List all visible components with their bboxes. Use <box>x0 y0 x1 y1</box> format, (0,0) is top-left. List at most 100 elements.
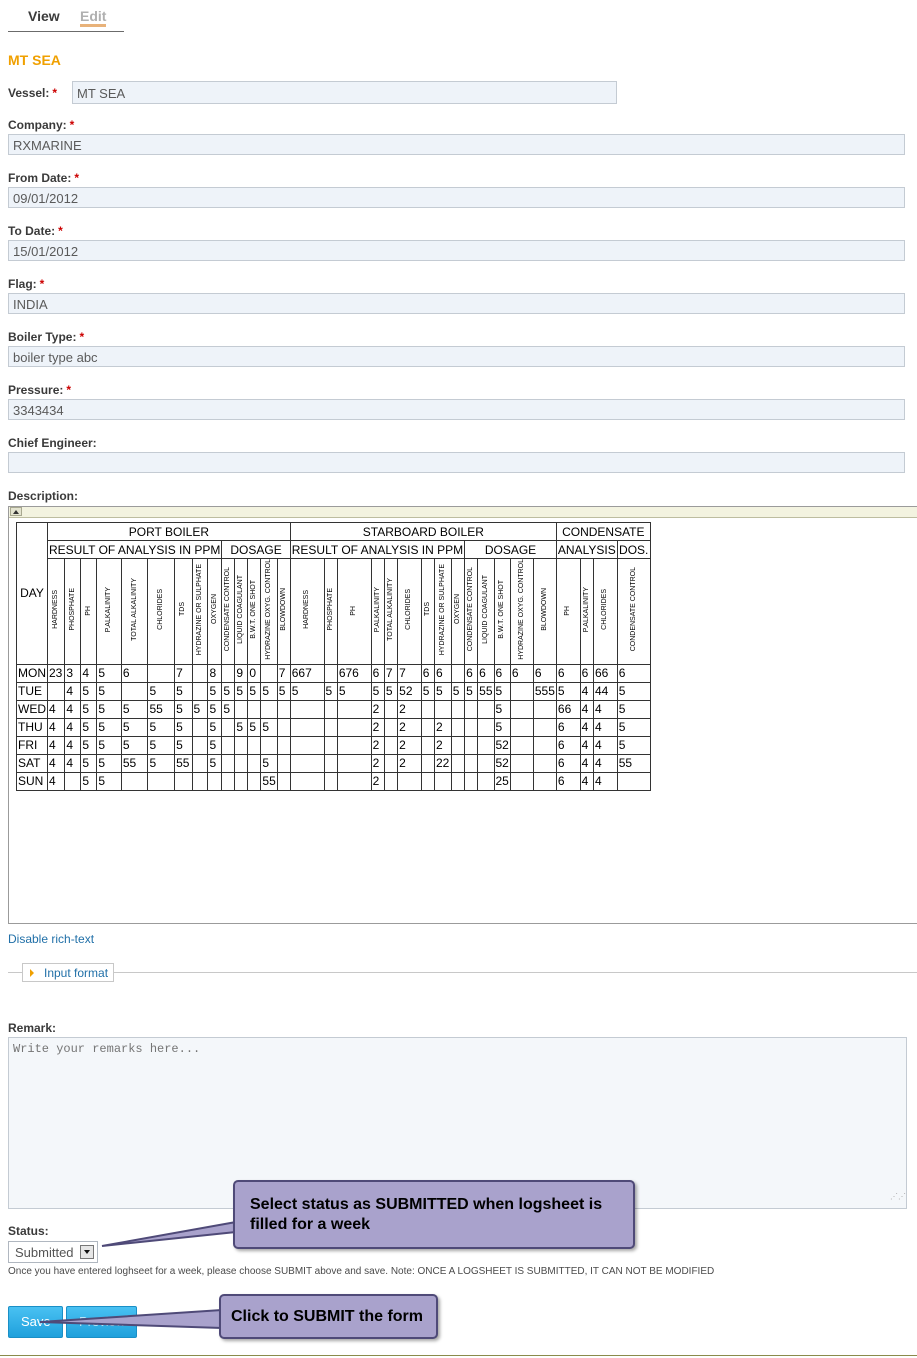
chief-engineer-field[interactable] <box>8 452 905 473</box>
vessel-label: Vessel: * <box>8 86 58 100</box>
column-header-label: HARDNESS <box>52 589 60 629</box>
dropdown-arrow-icon[interactable] <box>80 1245 94 1259</box>
table-cell <box>420 699 436 719</box>
table-cell: 6 <box>464 663 479 683</box>
table-row: MON 23 3 4 5 6 7 8 9 0 7 667 676 6 7 7 6 6 6 6 6 6 6 6 6 66 6 <box>16 663 651 683</box>
table-cell: 5 <box>234 717 249 737</box>
sub-header: DOSAGE <box>221 540 291 559</box>
status-select[interactable]: Submitted <box>8 1241 98 1263</box>
tab-edit[interactable]: Edit <box>80 8 107 27</box>
company-label: Company: * <box>8 118 75 132</box>
table-cell <box>221 717 236 737</box>
table-cell: 5 <box>80 717 98 737</box>
pressure-field[interactable]: 3343434 <box>8 399 905 420</box>
table-cell: 5 <box>147 681 176 701</box>
table-cell: 5 <box>616 699 651 719</box>
table-cell: 6 <box>434 663 452 683</box>
table-cell: 5 <box>191 699 209 719</box>
table-cell: 4 <box>579 735 594 755</box>
from-date-field[interactable]: 09/01/2012 <box>8 187 905 208</box>
flag-field[interactable]: INDIA <box>8 293 905 314</box>
table-cell <box>434 771 452 791</box>
table-cell: 4 <box>46 735 66 755</box>
disable-rich-text-link[interactable]: Disable rich-text <box>8 932 94 946</box>
table-cell: 8 <box>207 663 223 683</box>
table-cell: 5 <box>276 681 291 701</box>
table-cell <box>234 753 249 773</box>
column-header: B.W.T. ONE SHOT <box>493 558 511 665</box>
table-cell <box>336 717 372 737</box>
table-cell <box>450 663 466 683</box>
table-cell: 5 <box>420 681 436 701</box>
table-cell: 6 <box>555 735 581 755</box>
table-cell: 5 <box>96 681 122 701</box>
day-cell: THU <box>16 717 48 737</box>
table-cell: 676 <box>336 663 372 683</box>
table-cell <box>247 735 262 755</box>
logsheet-table: DAY PORT BOILER STARBOARD BOILER CONDENSATE… <box>16 522 651 791</box>
tab-view[interactable]: View <box>28 8 60 24</box>
flag-label: Flag: * <box>8 277 45 291</box>
table-cell <box>383 699 399 719</box>
table-cell <box>289 699 325 719</box>
column-header-label: LIQUID COAGULANT <box>237 574 245 644</box>
to-date-field[interactable]: 15/01/2012 <box>8 240 905 261</box>
table-cell: 5 <box>207 699 223 719</box>
table-cell: 4 <box>579 699 594 719</box>
boiler-type-field[interactable]: boiler type abc <box>8 346 905 367</box>
table-cell: 9 <box>234 663 249 683</box>
column-header: PH <box>555 558 581 665</box>
column-header: CONDENSATE CONTROL <box>616 558 651 665</box>
table-cell: 55 <box>260 771 278 791</box>
table-cell <box>420 717 436 737</box>
company-field[interactable]: RXMARINE <box>8 134 905 155</box>
day-cell: MON <box>16 663 48 683</box>
table-cell: 5 <box>80 753 98 773</box>
save-button[interactable]: Save <box>8 1306 63 1338</box>
table-cell <box>383 753 399 773</box>
table-cell: 4 <box>64 735 82 755</box>
input-format-toggle[interactable]: Input format <box>22 963 114 982</box>
table-cell: 4 <box>592 771 618 791</box>
table-cell <box>616 771 651 791</box>
table-cell: 5 <box>96 717 122 737</box>
sub-header: ANALYSIS <box>555 540 618 559</box>
table-cell: 4 <box>64 717 82 737</box>
table-cell: 66 <box>555 699 581 719</box>
remark-label: Remark: <box>8 1021 57 1035</box>
table-cell <box>464 699 479 719</box>
table-cell <box>276 771 291 791</box>
table-cell: 3 <box>64 663 82 683</box>
table-cell <box>383 717 399 737</box>
table-cell: 2 <box>370 717 385 737</box>
table-cell: 52 <box>493 735 511 755</box>
table-cell: 5 <box>616 681 651 701</box>
column-header: CHLORIDES <box>592 558 618 665</box>
column-header-label: PH <box>350 605 358 616</box>
column-header-label: OXYGEN <box>210 594 218 625</box>
table-cell: 2 <box>397 753 422 773</box>
preview-button[interactable]: Preview <box>66 1306 137 1338</box>
day-cell: SAT <box>16 753 48 773</box>
table-cell <box>464 735 479 755</box>
column-header: HYDRAZINE OR SULPHATE <box>191 558 209 665</box>
table-cell: 6 <box>555 717 581 737</box>
column-header-label: HYDRAZINE OR SULPHATE <box>196 563 203 655</box>
table-cell <box>276 735 291 755</box>
table-cell <box>120 771 149 791</box>
column-header: PHOSPHATE <box>323 558 338 665</box>
table-cell <box>464 753 479 773</box>
table-cell <box>383 771 399 791</box>
boiler-type-label: Boiler Type: * <box>8 330 85 344</box>
vessel-field[interactable]: MT SEA <box>72 81 617 104</box>
description-editor[interactable]: DAY PORT BOILER STARBOARD BOILER CONDENSATE… <box>8 506 917 924</box>
table-cell <box>323 717 338 737</box>
table-cell <box>276 717 291 737</box>
table-cell: 4 <box>579 681 594 701</box>
day-cell: FRI <box>16 735 48 755</box>
table-cell: 5 <box>207 735 223 755</box>
collapse-toolbar-icon[interactable] <box>10 507 22 516</box>
table-cell: 25 <box>493 771 511 791</box>
table-cell: 4 <box>64 753 82 773</box>
resize-grip-icon[interactable]: ⋰⋰ <box>890 1193 906 1204</box>
